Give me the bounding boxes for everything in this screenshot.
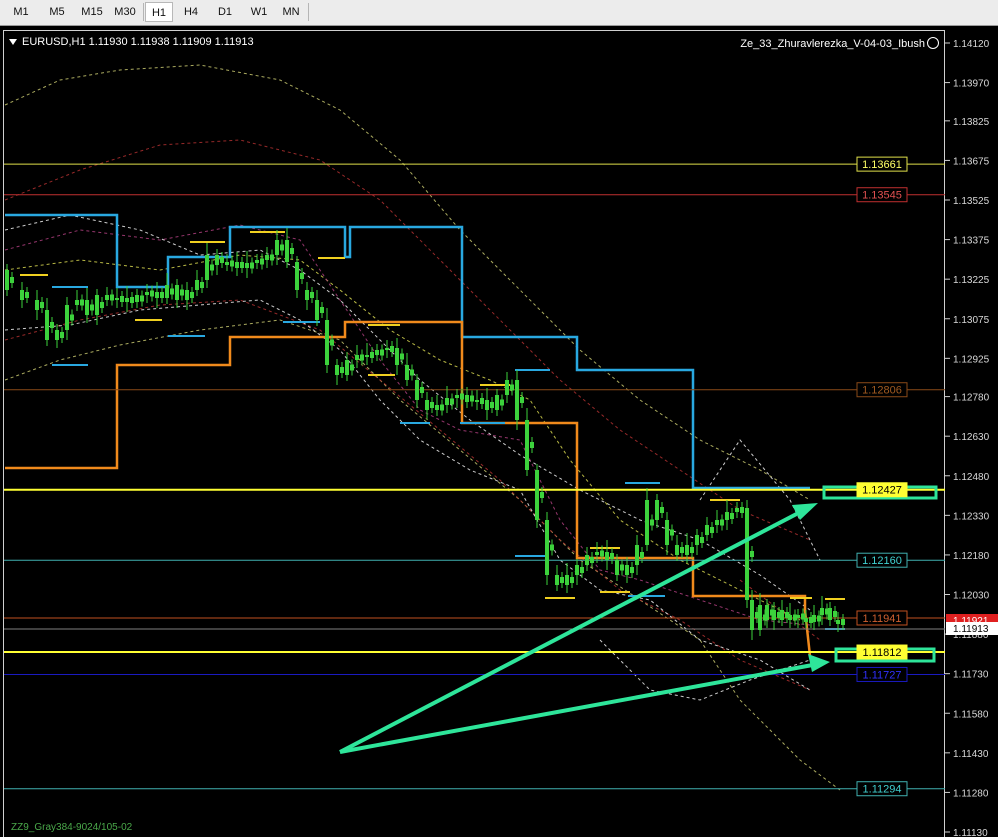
timeframe-m30[interactable]: M30 [108, 2, 142, 22]
bid-price-label: 1.11921 [953, 616, 989, 627]
axis-tick-label: 1.13375 [953, 236, 990, 247]
current-price-label: 1.11913 [953, 624, 989, 635]
axis-tick-label: 1.12780 [953, 393, 990, 404]
timeframe-m1[interactable]: M1 [4, 2, 38, 22]
timeframe-h4[interactable]: H4 [176, 2, 206, 22]
timeframe-toolbar: M1 M5 M15 M30 H1 H4 D1 W1 MN [0, 0, 998, 26]
toolbar-separator [143, 3, 144, 21]
axis-tick-label: 1.11580 [953, 709, 989, 720]
timeframe-d1[interactable]: D1 [210, 2, 240, 22]
bid-price-tag [946, 614, 998, 626]
axis-tick-label: 1.11430 [953, 749, 989, 760]
axis-tick-label: 1.13075 [953, 315, 990, 326]
timeframe-h1[interactable]: H1 [145, 2, 173, 22]
timeframe-m5[interactable]: M5 [40, 2, 74, 22]
axis-tick-label: 1.13970 [953, 79, 990, 90]
axis-tick-label: 1.13825 [953, 117, 990, 128]
current-price-tag [946, 622, 998, 635]
axis-tick-label: 1.13225 [953, 275, 990, 286]
timeframe-mn[interactable]: MN [276, 2, 306, 22]
axis-tick-label: 1.12330 [953, 511, 990, 522]
axis-tick-label: 1.12630 [953, 432, 990, 443]
timeframe-m15[interactable]: M15 [75, 2, 109, 22]
axis-tick-label: 1.13525 [953, 196, 990, 207]
axis-tick-label: 1.12925 [953, 354, 990, 365]
timeframe-w1[interactable]: W1 [244, 2, 274, 22]
axis-tick-label: 1.11280 [953, 788, 989, 799]
chart-area[interactable] [3, 30, 945, 837]
axis-tick-label: 1.14120 [953, 39, 990, 50]
axis-tick-label: 1.12480 [953, 472, 990, 483]
axis-tick-label: 1.13675 [953, 156, 990, 167]
toolbar-separator-end [308, 3, 309, 21]
axis-tick-label: 1.11880 [953, 630, 989, 641]
axis-tick-label: 1.11130 [953, 828, 988, 837]
price-axis-ticks: 1.14120 1.13970 1.13825 1.13675 1.13525 1.133… [945, 39, 990, 837]
axis-tick-label: 1.12180 [953, 551, 990, 562]
axis-tick-label: 1.12030 [953, 591, 990, 602]
axis-tick-label: 1.11730 [953, 670, 989, 681]
